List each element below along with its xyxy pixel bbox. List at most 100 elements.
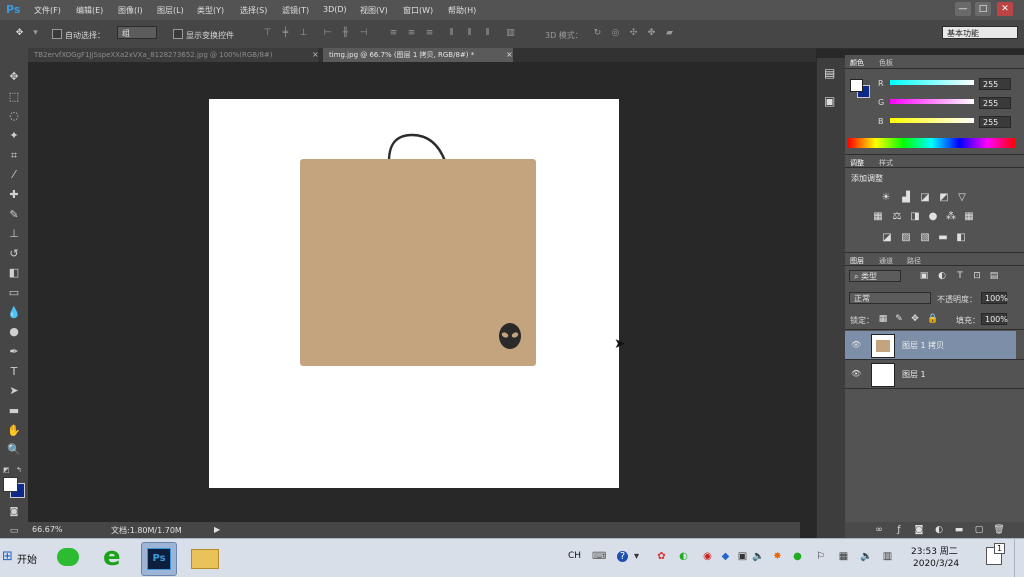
tray-app-icon-7[interactable]: ● [792, 551, 803, 562]
swap-colors-icon[interactable]: ↰ [16, 466, 22, 474]
tab-close-icon[interactable]: × [506, 50, 513, 59]
zoom-level[interactable]: 66.67% [32, 525, 63, 534]
new-group-icon[interactable]: ▬ [953, 524, 965, 536]
history-brush-tool-icon[interactable]: ↺ [4, 245, 24, 263]
pen-tool-icon[interactable]: ✒ [4, 343, 24, 361]
gradient-map-icon[interactable]: ▬ [937, 232, 949, 244]
layer-mask-icon[interactable]: ◙ [913, 524, 925, 536]
healing-brush-tool-icon[interactable]: ✚ [4, 186, 24, 204]
distribute-bottom-icon[interactable]: ≡ [424, 28, 435, 38]
speaker-icon[interactable]: 🔈 [752, 551, 764, 562]
invert-icon[interactable]: ◪ [881, 232, 893, 244]
3d-slide-icon[interactable]: ✤ [646, 28, 657, 38]
distribute-left-icon[interactable]: ⦀ [446, 28, 457, 38]
keyboard-icon[interactable]: ⌨ [592, 551, 606, 562]
auto-select-checkbox[interactable] [52, 29, 62, 39]
default-colors-icon[interactable]: ◩ [3, 466, 10, 474]
zoom-tool-icon[interactable]: 🔍 [4, 441, 24, 459]
menu-select[interactable]: 选择(S) [240, 5, 267, 16]
brush-tool-icon[interactable]: ✎ [4, 206, 24, 224]
foreground-color-swatch[interactable] [3, 477, 18, 492]
menu-filter[interactable]: 滤镜(T) [282, 5, 309, 16]
channel-b-slider[interactable] [890, 118, 974, 123]
tray-expand-icon[interactable]: ▾ [631, 551, 642, 562]
eraser-tool-icon[interactable]: ◧ [4, 264, 24, 282]
align-top-icon[interactable]: ⊤ [262, 28, 273, 38]
lock-position-icon[interactable]: ✥ [909, 313, 921, 325]
filter-shape-icon[interactable]: ⊡ [971, 270, 983, 282]
history-panel-icon[interactable]: ▤ [824, 66, 835, 80]
taskbar-explorer[interactable] [187, 542, 221, 574]
posterize-icon[interactable]: ▨ [900, 232, 912, 244]
eye-icon[interactable]: 👁 [851, 340, 861, 349]
tab-document-1[interactable]: TB2ervfXOGgF1JjSspeXXa2xVXa_8128273652.j… [28, 48, 318, 62]
volume-icon[interactable]: 🔉 [860, 551, 872, 562]
brightness-icon[interactable]: ☀ [880, 192, 892, 204]
tray-app-icon-8[interactable]: ▦ [838, 551, 849, 562]
magic-wand-tool-icon[interactable]: ✦ [4, 127, 24, 145]
fill-field[interactable]: 100% [981, 313, 1008, 325]
canvas[interactable] [209, 99, 619, 488]
menu-file[interactable]: 文件(F) [34, 5, 61, 16]
lock-transparent-icon[interactable]: ▦ [877, 313, 889, 325]
clock-time[interactable]: 23:53 周二 [911, 544, 958, 557]
distribute-vcenter-icon[interactable]: ≡ [406, 28, 417, 38]
move-tool-icon[interactable]: ✥ [4, 68, 24, 86]
menu-3d[interactable]: 3D(D) [323, 5, 347, 14]
align-left-icon[interactable]: ⊢ [322, 28, 333, 38]
tab-close-icon[interactable]: × [312, 50, 319, 59]
marquee-tool-icon[interactable]: ⬚ [4, 88, 24, 106]
lock-all-icon[interactable]: 🔒 [927, 313, 939, 325]
restore-button[interactable]: □ [975, 2, 991, 16]
threshold-icon[interactable]: ▧ [919, 232, 931, 244]
menu-type[interactable]: 类型(Y) [197, 5, 224, 16]
tray-app-icon-3[interactable]: ◉ [702, 551, 713, 562]
hand-tool-icon[interactable]: ✋ [4, 422, 24, 440]
tab-document-2[interactable]: timg.jpg @ 66.7% (图层 1 拷贝, RGB/8#) * [323, 48, 513, 62]
3d-pan-icon[interactable]: ✣ [628, 28, 639, 38]
auto-select-dropdown[interactable]: 组 [117, 26, 157, 39]
tray-app-icon-1[interactable]: ✿ [656, 551, 667, 562]
clock-date[interactable]: 2020/3/24 [913, 559, 959, 569]
taskbar-ie[interactable]: e [97, 542, 131, 574]
quick-mask-icon[interactable]: ◙ [4, 503, 24, 521]
menu-edit[interactable]: 编辑(E) [76, 5, 103, 16]
network-icon[interactable]: ▥ [882, 551, 893, 562]
channel-r-value[interactable]: 255 [979, 78, 1011, 90]
layer-filter-dropdown[interactable]: ⌕ 类型 [849, 270, 901, 282]
move-tool-preset-icon[interactable]: ✥ [14, 28, 25, 38]
new-adjustment-icon[interactable]: ◐ [933, 524, 945, 536]
distribute-top-icon[interactable]: ≡ [388, 28, 399, 38]
taskbar-wechat[interactable] [51, 542, 85, 574]
curves-icon[interactable]: ◪ [919, 192, 931, 204]
tray-app-icon-6[interactable]: ✸ [772, 551, 783, 562]
menu-help[interactable]: 帮助(H) [448, 5, 476, 16]
filter-type-icon[interactable]: T [954, 270, 966, 282]
3d-rotate-icon[interactable]: ↻ [592, 28, 603, 38]
filter-smart-object-icon[interactable]: ▤ [988, 270, 1000, 282]
filter-pixel-icon[interactable]: ▣ [918, 270, 930, 282]
filter-adjustment-icon[interactable]: ◐ [936, 270, 948, 282]
distribute-right-icon[interactable]: ⦀ [482, 28, 493, 38]
photo-filter-icon[interactable]: ● [927, 211, 939, 223]
show-desktop-button[interactable] [1014, 539, 1024, 577]
minimize-button[interactable]: — [955, 2, 971, 16]
channel-g-value[interactable]: 255 [979, 97, 1011, 109]
tray-app-icon-2[interactable]: ◐ [678, 551, 689, 562]
close-button[interactable]: ✕ [997, 2, 1013, 16]
color-lookup-icon[interactable]: ▦ [963, 211, 975, 223]
hue-saturation-icon[interactable]: ▦ [872, 211, 884, 223]
blur-tool-icon[interactable]: 💧 [4, 304, 24, 322]
dodge-tool-icon[interactable]: ● [4, 323, 24, 341]
tab-swatches[interactable]: 色板 [879, 58, 893, 68]
channel-b-value[interactable]: 255 [979, 116, 1011, 128]
start-button[interactable]: ⊞ 开始 [2, 545, 46, 569]
3d-roll-icon[interactable]: ◎ [610, 28, 621, 38]
type-tool-icon[interactable]: T [4, 363, 24, 381]
workspace-dropdown[interactable]: 基本功能 [942, 26, 1018, 39]
vibrance-icon[interactable]: ▽ [956, 192, 968, 204]
taskbar-photoshop[interactable]: Ps [141, 542, 177, 576]
tray-app-icon-5[interactable]: ▣ [737, 551, 748, 562]
link-layers-icon[interactable]: ∞ [873, 524, 885, 536]
tab-color[interactable]: 颜色 [850, 58, 864, 68]
